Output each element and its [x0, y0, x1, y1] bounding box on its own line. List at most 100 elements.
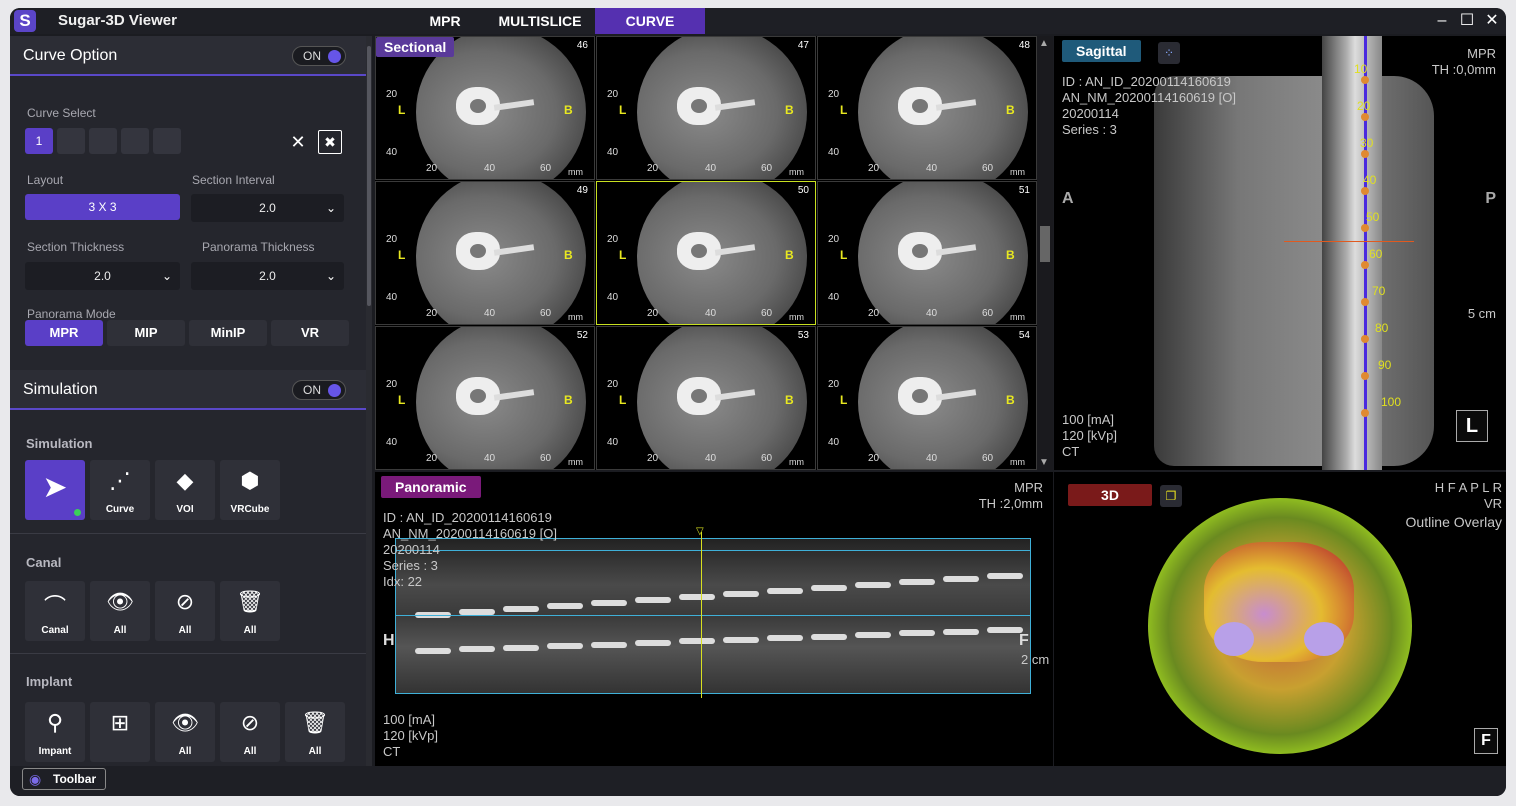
- layout-label: Layout: [27, 173, 64, 187]
- sectional-cell[interactable]: 53 L B 20 40 20 40 60 mm: [596, 326, 816, 470]
- layers-icon[interactable]: ❐: [1160, 485, 1182, 507]
- curve-tick-label: 90: [1378, 358, 1392, 372]
- orientation-cube[interactable]: F: [1474, 728, 1498, 754]
- tab-multislice[interactable]: MULTISLICE: [490, 8, 590, 34]
- color-palette-icon[interactable]: ⁘: [1158, 42, 1180, 64]
- section-interval-select[interactable]: 2.0 ⌄: [191, 194, 344, 222]
- implant-add-button[interactable]: ⊞: [90, 702, 150, 762]
- mode-mpr-button[interactable]: MPR: [25, 320, 103, 346]
- left-panel-scrollbar[interactable]: [366, 36, 372, 766]
- maximize-button[interactable]: ☐: [1457, 11, 1477, 31]
- sectional-cell[interactable]: 46 L B 20 40 20 40 60 mm: [375, 36, 595, 180]
- curve-control-point[interactable]: [1361, 224, 1369, 232]
- scroll-down-icon[interactable]: ▼: [1039, 457, 1049, 468]
- canal-show-all-button[interactable]: 👁 All: [90, 581, 150, 641]
- 3d-label[interactable]: 3D: [1068, 484, 1152, 506]
- y-tick: 20: [828, 89, 840, 100]
- curve-control-point[interactable]: [1361, 335, 1369, 343]
- tool-caption: All: [113, 625, 127, 636]
- anterior-marker: A: [1062, 190, 1074, 207]
- curve-control-point[interactable]: [1361, 261, 1369, 269]
- curve-tool-button[interactable]: ⋰ Curve: [90, 460, 150, 520]
- left-panel: Curve Option ON Curve Select 1 ✕ ✖ Layou…: [10, 36, 372, 766]
- tab-curve[interactable]: CURVE: [595, 8, 705, 34]
- toolbar-toggle-button[interactable]: ◉ Toolbar: [22, 768, 106, 790]
- vertebra-bone: [503, 644, 539, 651]
- implant-tool-button[interactable]: ⚲ Impant: [25, 702, 85, 762]
- implant-hide-all-button[interactable]: ⊘ All: [220, 702, 280, 762]
- select-tool-button[interactable]: ➤: [25, 460, 85, 520]
- implant-delete-all-button[interactable]: 🗑 All: [285, 702, 345, 762]
- panoramic-view[interactable]: ▽ Panoramic ID : AN_ID_20200114160619 AN…: [375, 472, 1053, 766]
- 3d-top-right: H F A P L R VR Outline Overlay: [1406, 480, 1502, 530]
- curve-select-3[interactable]: [89, 128, 117, 154]
- sectional-view[interactable]: 46 L B 20 40 20 40 60 mm 47 L B 20 40 20 40 60 mm 48 L B 20 40…: [375, 36, 1037, 470]
- tool-caption: All: [243, 625, 257, 636]
- curve-control-point[interactable]: [1361, 409, 1369, 417]
- panoramic-scale: 2 cm: [1021, 652, 1050, 667]
- curve-select-5[interactable]: [153, 128, 181, 154]
- canal-hide-all-button[interactable]: ⊘ All: [155, 581, 215, 641]
- sectional-cell[interactable]: 47 L B 20 40 20 40 60 mm: [596, 36, 816, 180]
- posterior-marker: P: [1485, 190, 1496, 207]
- panorama-thickness-select[interactable]: 2.0 ⌄: [191, 262, 344, 290]
- x-tick: 60: [540, 453, 552, 464]
- vrcube-tool-button[interactable]: ⬢ VRCube: [220, 460, 280, 520]
- orientation-letters: H F A P L R: [1434, 480, 1502, 495]
- slice-cursor-line[interactable]: [701, 532, 702, 698]
- scrollbar-thumb[interactable]: [1040, 226, 1050, 262]
- curve-control-point[interactable]: [1361, 76, 1369, 84]
- mode-minip-button[interactable]: MinIP: [189, 320, 267, 346]
- curve-control-point[interactable]: [1361, 113, 1369, 121]
- scroll-up-icon[interactable]: ▲: [1039, 38, 1049, 49]
- x-tick: 20: [868, 163, 880, 174]
- x-tick: 40: [926, 453, 938, 464]
- curve-control-point[interactable]: [1361, 150, 1369, 158]
- curve-control-point[interactable]: [1361, 298, 1369, 306]
- minimize-button[interactable]: –: [1432, 11, 1452, 31]
- sagittal-view[interactable]: 10 20 30 40 50 60 70 80 90 100 Sagittal ⁘ ID : AN…: [1054, 36, 1506, 470]
- slice-number: 53: [797, 330, 809, 341]
- sectional-cell[interactable]: 50 L B 20 40 20 40 60 mm: [596, 181, 816, 325]
- close-button[interactable]: ✕: [1482, 11, 1502, 31]
- x-tick: 20: [426, 308, 438, 319]
- orientation-cube[interactable]: L: [1456, 410, 1488, 442]
- curve-option-toggle[interactable]: ON: [292, 46, 346, 66]
- vertebra-bone: [767, 635, 803, 642]
- tab-mpr[interactable]: MPR: [395, 8, 495, 34]
- sectional-cell[interactable]: 49 L B 20 40 20 40 60 mm: [375, 181, 595, 325]
- mode-mip-button[interactable]: MIP: [107, 320, 185, 346]
- curve-control-point[interactable]: [1361, 187, 1369, 195]
- scrollbar-thumb[interactable]: [367, 46, 371, 306]
- vertebra-bone: [811, 633, 847, 640]
- delete-box-icon[interactable]: ✖: [318, 130, 342, 154]
- sectional-cell[interactable]: 48 L B 20 40 20 40 60 mm: [817, 36, 1037, 180]
- sectional-cell[interactable]: 54 L B 20 40 20 40 60 mm: [817, 326, 1037, 470]
- mode-vr-button[interactable]: VR: [271, 320, 349, 346]
- sectional-cell[interactable]: 52 L B 20 40 20 40 60 mm: [375, 326, 595, 470]
- canal-delete-all-button[interactable]: 🗑 All: [220, 581, 280, 641]
- implant-show-all-button[interactable]: 👁 All: [155, 702, 215, 762]
- voi-tool-button[interactable]: ◆ VOI: [155, 460, 215, 520]
- info-modality: CT: [1062, 444, 1080, 459]
- curve-option-header: Curve Option ON: [10, 36, 366, 76]
- curve-control-point[interactable]: [1361, 372, 1369, 380]
- y-tick: 40: [828, 437, 840, 448]
- curve-select-1[interactable]: 1: [25, 128, 53, 154]
- curve-select-2[interactable]: [57, 128, 85, 154]
- slice-number: 52: [576, 330, 588, 341]
- canal-tool-button[interactable]: ⌒ Canal: [25, 581, 85, 641]
- simulation-toggle[interactable]: ON: [292, 380, 346, 400]
- clear-icon[interactable]: ✕: [286, 130, 310, 154]
- curve-select-4[interactable]: [121, 128, 149, 154]
- panorama-thickness-value: 2.0: [259, 269, 276, 283]
- 3d-view[interactable]: 3D ❐ H F A P L R VR Outline Overlay F: [1054, 472, 1506, 766]
- sectional-scrollbar[interactable]: ▲ ▼: [1037, 36, 1053, 470]
- sectional-cell[interactable]: 51 L B 20 40 20 40 60 mm: [817, 181, 1037, 325]
- y-tick: 20: [607, 379, 619, 390]
- toggle-label: ON: [303, 49, 321, 63]
- vertebra-bone: [635, 640, 671, 646]
- right-marker: B: [1006, 393, 1015, 407]
- layout-button[interactable]: 3 X 3: [25, 194, 180, 220]
- section-thickness-select[interactable]: 2.0 ⌄: [25, 262, 180, 290]
